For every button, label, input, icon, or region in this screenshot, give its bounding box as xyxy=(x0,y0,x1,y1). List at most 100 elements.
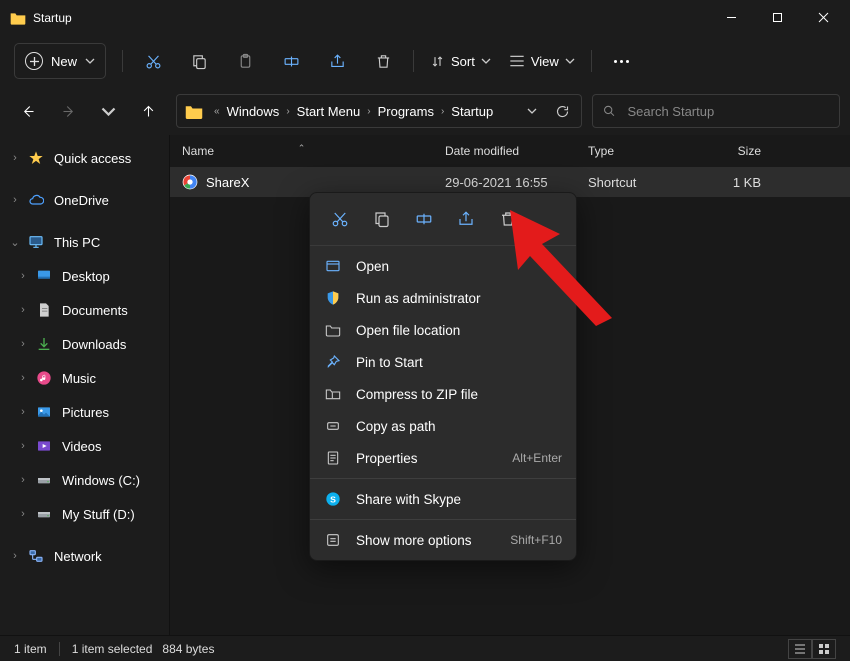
sidebar-label: My Stuff (D:) xyxy=(62,507,135,522)
ctx-properties[interactable]: PropertiesAlt+Enter xyxy=(310,442,576,474)
minimize-button[interactable] xyxy=(708,2,754,34)
ctx-open[interactable]: Open xyxy=(310,250,576,282)
view-button[interactable]: View xyxy=(501,54,583,69)
sort-button[interactable]: Sort xyxy=(422,54,499,69)
sidebar-label: Network xyxy=(54,549,102,564)
folder-icon xyxy=(185,104,203,119)
expand-icon: › xyxy=(16,439,30,453)
ctx-label: Compress to ZIP file xyxy=(356,387,478,402)
share-button[interactable] xyxy=(315,43,359,79)
column-type[interactable]: Type xyxy=(576,144,693,158)
breadcrumb-item[interactable]: Programs xyxy=(376,104,436,119)
details-view-button[interactable] xyxy=(788,639,812,659)
column-date[interactable]: Date modified xyxy=(433,144,576,158)
maximize-button[interactable] xyxy=(754,2,800,34)
breadcrumb-item[interactable]: Startup xyxy=(449,104,495,119)
sidebar-item-network[interactable]: › Network xyxy=(0,539,169,573)
sidebar-label: Music xyxy=(62,371,96,386)
ctx-compress-to-zip-file[interactable]: Compress to ZIP file xyxy=(310,378,576,410)
ctx-cut-button[interactable] xyxy=(320,201,360,237)
sidebar-item-desktop[interactable]: ›Desktop xyxy=(0,259,169,293)
search-box[interactable] xyxy=(592,94,840,128)
expand-icon: › xyxy=(8,549,22,563)
ctx-delete-button[interactable] xyxy=(488,201,528,237)
ctx-rename-button[interactable] xyxy=(404,201,444,237)
expand-icon: › xyxy=(16,269,30,283)
ctx-open-file-location[interactable]: Open file location xyxy=(310,314,576,346)
refresh-button[interactable] xyxy=(547,96,577,126)
back-button[interactable] xyxy=(10,93,46,129)
open-icon xyxy=(324,257,342,275)
sidebar-item-music[interactable]: › Music xyxy=(0,361,169,395)
sidebar-item-windows-c-[interactable]: ›Windows (C:) xyxy=(0,463,169,497)
copy-button[interactable] xyxy=(177,43,221,79)
music-icon xyxy=(35,369,53,387)
address-bar[interactable]: « Windows› Start Menu› Programs› Startup xyxy=(176,94,582,128)
star-icon xyxy=(27,149,45,167)
title-bar: Startup xyxy=(0,0,850,35)
more-icon xyxy=(324,531,342,549)
sidebar-item-documents[interactable]: ›Documents xyxy=(0,293,169,327)
thumbnails-view-button[interactable] xyxy=(812,639,836,659)
ctx-share-with-skype[interactable]: SShare with Skype xyxy=(310,483,576,515)
chevron-down-icon xyxy=(565,56,575,66)
expand-icon: ⌄ xyxy=(8,235,22,249)
sidebar-label: Pictures xyxy=(62,405,109,420)
sidebar-item-this-pc[interactable]: ⌄ This PC xyxy=(0,225,169,259)
ctx-run-as-administrator[interactable]: Run as administrator xyxy=(310,282,576,314)
delete-button[interactable] xyxy=(361,43,405,79)
sidebar-item-onedrive[interactable]: ›OneDrive xyxy=(0,183,169,217)
sharex-icon xyxy=(182,174,198,190)
rename-button[interactable] xyxy=(269,43,313,79)
view-icon xyxy=(509,54,525,68)
ctx-pin-to-start[interactable]: Pin to Start xyxy=(310,346,576,378)
paste-button[interactable] xyxy=(223,43,267,79)
forward-button[interactable] xyxy=(50,93,86,129)
sidebar-item-videos[interactable]: › Videos xyxy=(0,429,169,463)
up-button[interactable] xyxy=(130,93,166,129)
status-size: 884 bytes xyxy=(162,642,214,656)
column-name[interactable]: Name⌃ xyxy=(170,144,433,158)
ctx-label: Pin to Start xyxy=(356,355,423,370)
expand-icon: › xyxy=(16,371,30,385)
sidebar-label: Videos xyxy=(62,439,102,454)
expand-icon: › xyxy=(16,507,30,521)
sidebar: ›Quick access›OneDrive⌄This PC›Desktop›D… xyxy=(0,135,170,635)
sidebar-item-downloads[interactable]: › Downloads xyxy=(0,327,169,361)
ctx-label: Show more options xyxy=(356,533,472,548)
sidebar-label: This PC xyxy=(54,235,100,250)
expand-icon: › xyxy=(16,337,30,351)
breadcrumb-item[interactable]: Windows xyxy=(225,104,282,119)
pictures-icon xyxy=(35,403,53,421)
search-input[interactable] xyxy=(627,104,829,119)
more-button[interactable] xyxy=(600,43,644,79)
expand-icon: › xyxy=(16,473,30,487)
new-button[interactable]: New xyxy=(14,43,106,79)
navigation-bar: « Windows› Start Menu› Programs› Startup xyxy=(0,87,850,135)
chevron-down-icon xyxy=(481,56,491,66)
folder-icon xyxy=(324,321,342,339)
ctx-show-more-options[interactable]: Show more optionsShift+F10 xyxy=(310,524,576,556)
close-button[interactable] xyxy=(800,2,846,34)
column-headers: Name⌃ Date modified Type Size xyxy=(170,135,850,167)
sidebar-item-my-stuff-d-[interactable]: › My Stuff (D:) xyxy=(0,497,169,531)
ctx-copy-as-path[interactable]: Copy as path xyxy=(310,410,576,442)
column-size[interactable]: Size xyxy=(693,144,773,158)
ctx-copy-button[interactable] xyxy=(362,201,402,237)
plus-icon xyxy=(25,52,43,70)
sidebar-label: Downloads xyxy=(62,337,126,352)
sidebar-item-quick-access[interactable]: ›Quick access xyxy=(0,141,169,175)
drive-icon xyxy=(35,471,53,489)
breadcrumb-item[interactable]: Start Menu xyxy=(295,104,363,119)
history-dropdown-button[interactable] xyxy=(517,96,547,126)
cut-button[interactable] xyxy=(131,43,175,79)
pin-icon xyxy=(324,353,342,371)
context-menu: OpenRun as administratorOpen file locati… xyxy=(309,192,577,561)
sidebar-label: Documents xyxy=(62,303,128,318)
cloud-icon xyxy=(27,191,45,209)
ctx-share-button[interactable] xyxy=(446,201,486,237)
recent-button[interactable] xyxy=(90,93,126,129)
chevron-down-icon xyxy=(85,56,95,66)
path-icon xyxy=(324,417,342,435)
sidebar-item-pictures[interactable]: ›Pictures xyxy=(0,395,169,429)
